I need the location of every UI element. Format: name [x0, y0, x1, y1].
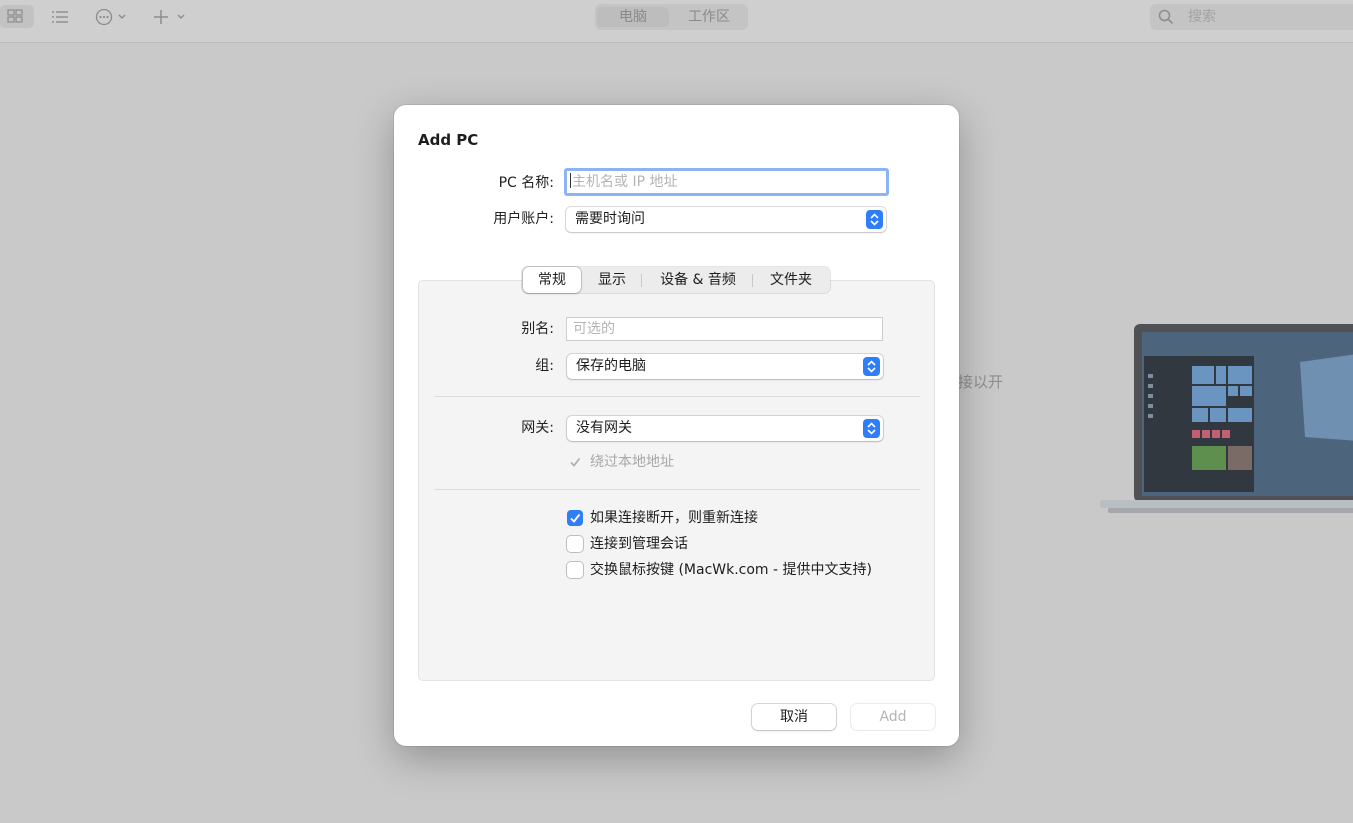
alias-label: 别名: [521, 321, 554, 337]
swap-mouse-checkbox[interactable] [567, 562, 583, 578]
bypass-local-label: 绕过本地地址 [590, 454, 674, 470]
tab-separator [752, 274, 753, 287]
text-cursor [570, 173, 571, 188]
laptop-illustration [1100, 324, 1353, 513]
group-select[interactable]: 保存的电脑 [567, 354, 883, 379]
settings-panel: 别名: 可选的 组: 保存的电脑 网关: 没有网关 绕过本地地址 如果连接断开，… [418, 280, 935, 681]
chevron-up-down-icon [867, 422, 876, 435]
select-stepper [863, 357, 880, 376]
select-stepper [863, 419, 880, 438]
list-view-icon[interactable] [50, 8, 70, 26]
reconnect-checkbox[interactable] [567, 510, 583, 526]
tab-general[interactable]: 常规 [523, 267, 581, 293]
section-divider [434, 396, 920, 397]
add-pc-dialog: Add PC PC 名称: 主机名或 IP 地址 用户账户: 需要时询问 别名:… [394, 105, 959, 746]
reconnect-label: 如果连接断开，则重新连接 [590, 510, 758, 526]
background-empty-state-text: 接以开 [958, 373, 1004, 391]
search-icon [1158, 9, 1174, 25]
dialog-title: Add PC [418, 131, 479, 149]
gateway-value: 没有网关 [576, 420, 632, 436]
swap-mouse-label: 交换鼠标按键 (MacWk.com - 提供中文支持) [590, 562, 872, 578]
pc-name-placeholder: 主机名或 IP 地址 [572, 174, 678, 190]
add-button[interactable]: Add [851, 704, 935, 730]
add-icon[interactable] [152, 7, 190, 27]
gateway-label: 网关: [521, 420, 554, 436]
checkmark-icon [570, 457, 581, 467]
tab-devices-audio[interactable]: 设备 & 音频 [644, 267, 752, 293]
tab-display[interactable]: 显示 [584, 267, 640, 293]
chevron-up-down-icon [867, 360, 876, 373]
search-placeholder: 搜索 [1188, 9, 1216, 25]
pc-name-input[interactable]: 主机名或 IP 地址 [564, 168, 889, 196]
admin-session-checkbox[interactable] [567, 536, 583, 552]
cancel-button[interactable]: 取消 [752, 704, 836, 730]
user-account-value: 需要时询问 [575, 211, 645, 227]
pc-name-label: PC 名称: [498, 175, 554, 191]
group-value: 保存的电脑 [576, 358, 646, 374]
grid-view-icon [7, 9, 23, 23]
settings-tabs: 常规 显示 设备 & 音频 文件夹 [522, 267, 830, 293]
gateway-select[interactable]: 没有网关 [567, 416, 883, 441]
checkmark-icon [570, 513, 581, 523]
tab-separator [641, 274, 642, 287]
search-field[interactable]: 搜索 [1150, 4, 1353, 30]
group-label: 组: [535, 358, 554, 374]
more-options-icon[interactable] [95, 7, 133, 27]
toolbar: 电脑 工作区 搜索 [0, 0, 1353, 43]
view-segmented-control: 电脑 工作区 [595, 4, 748, 30]
tab-folders[interactable]: 文件夹 [755, 267, 827, 293]
admin-session-label: 连接到管理会话 [590, 536, 688, 552]
bypass-local-checkbox[interactable] [567, 454, 583, 470]
tab-workspaces[interactable]: 工作区 [673, 7, 745, 27]
grid-view-button[interactable] [0, 5, 34, 28]
select-stepper [866, 210, 883, 229]
user-account-select[interactable]: 需要时询问 [566, 207, 886, 232]
chevron-up-down-icon [870, 213, 879, 226]
alias-placeholder: 可选的 [573, 321, 615, 337]
tab-pcs[interactable]: 电脑 [597, 7, 669, 27]
alias-input[interactable]: 可选的 [566, 317, 883, 341]
section-divider [434, 489, 920, 490]
user-account-label: 用户账户: [493, 211, 554, 227]
